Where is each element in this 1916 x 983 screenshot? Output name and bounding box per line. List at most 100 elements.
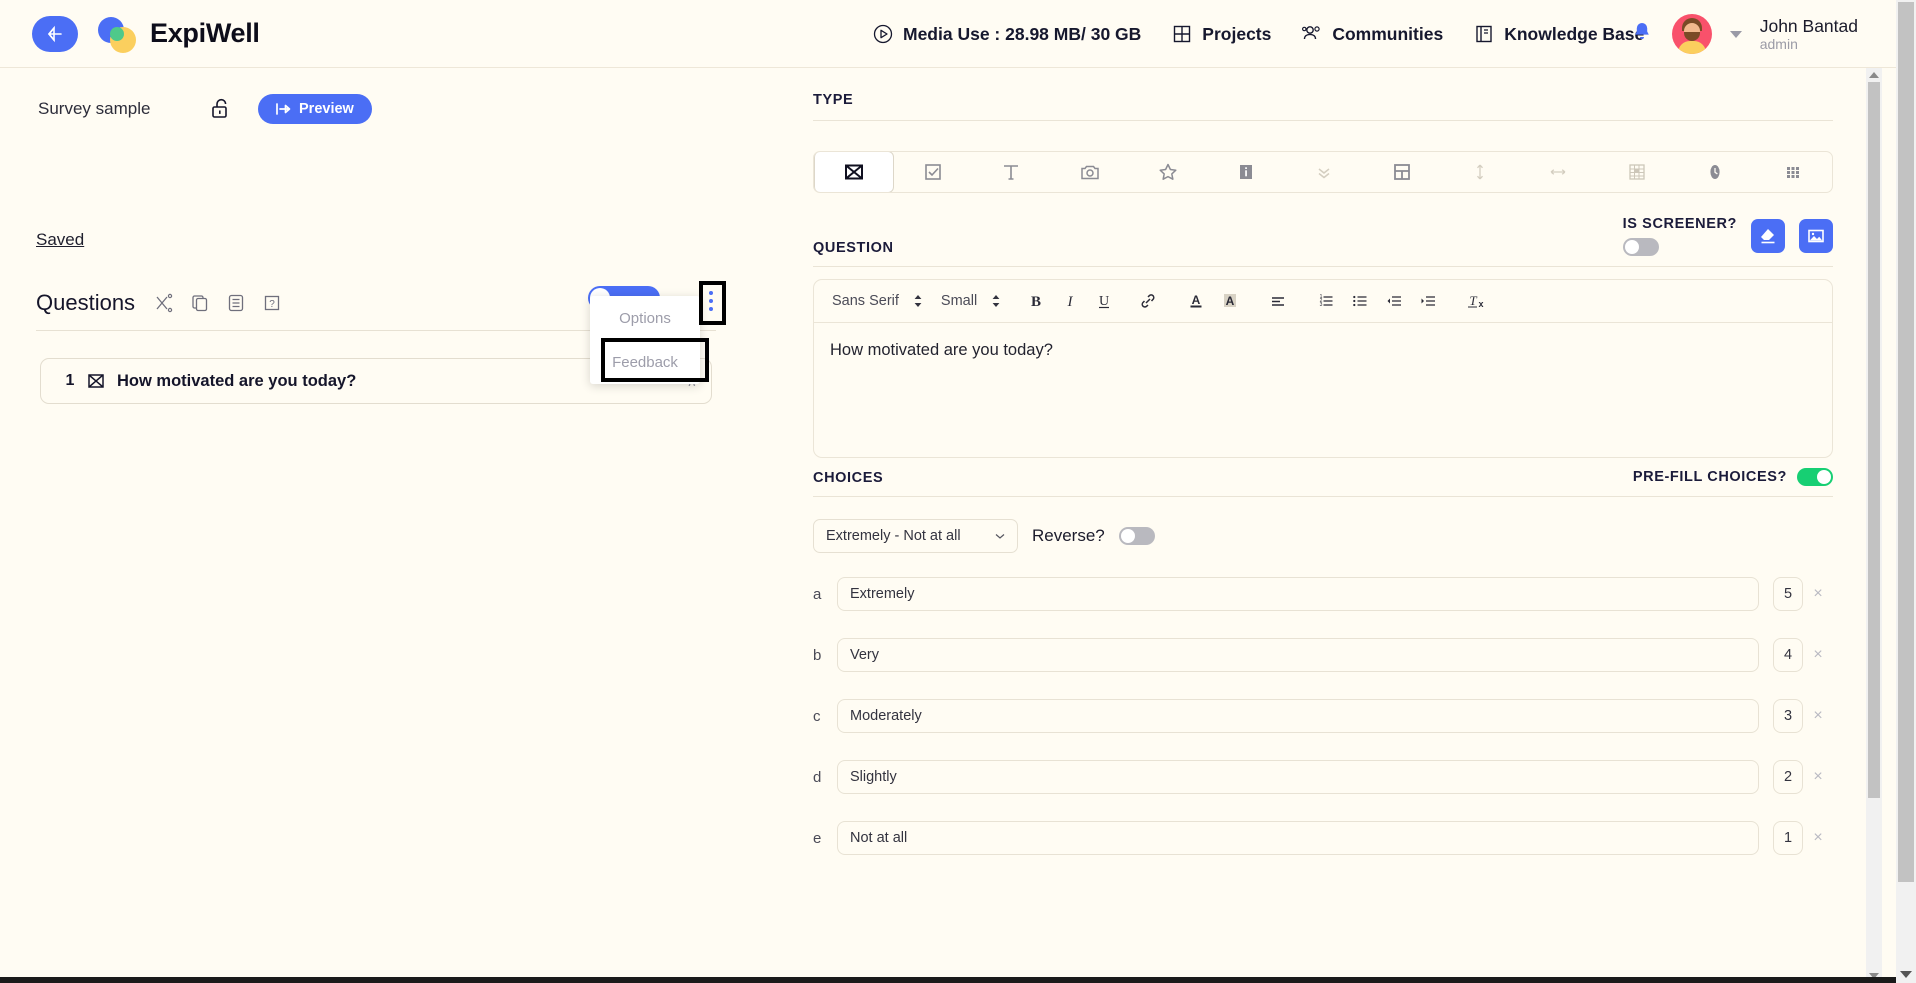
copy-icon[interactable] [189,292,211,314]
remove-choice-icon[interactable]: × [1803,707,1833,725]
menu-item-options[interactable]: Options [590,296,700,340]
remove-choice-icon[interactable]: × [1803,829,1833,847]
nav-communities[interactable]: Communities [1301,23,1443,45]
nav-knowledge-base[interactable]: Knowledge Base [1473,23,1644,45]
choice-row: b Very 4 × [813,638,1833,672]
choice-text-input[interactable]: Extremely [837,577,1759,611]
question-settings-panel: TYPE QUESTION IS SCREENER? Sans Serif Sm… [800,68,1860,983]
nav-label: Media Use : 28.98 MB/ 30 GB [903,23,1142,44]
grid-icon [1171,23,1193,45]
choice-text-input[interactable]: Very [837,638,1759,672]
nav-media-use[interactable]: Media Use : 28.98 MB/ 30 GB [872,23,1141,45]
type-option-vertical-arrows-icon[interactable] [1441,152,1519,192]
questions-header: Questions ? [36,290,283,316]
user-name: John Bantad [1759,15,1858,36]
survey-header: Survey sample Preview [38,94,372,124]
play-circle-icon [872,23,894,45]
window-scrollbar-thumb[interactable] [1898,2,1914,882]
type-option-horizontal-arrows-icon[interactable] [1519,152,1597,192]
svg-text:B: B [1031,294,1041,310]
remove-choice-icon[interactable]: × [1803,585,1833,603]
choice-rows: a Extremely 5 × b Very 4 × c Moderately … [813,577,1833,855]
choice-letter: a [813,585,822,603]
type-option-text-icon[interactable] [972,152,1050,192]
italic-icon[interactable]: I [1053,284,1087,318]
prefill-choices-toggle[interactable] [1797,468,1833,486]
type-option-spreadsheet-icon[interactable] [1598,152,1676,192]
choice-value-input[interactable]: 4 [1773,638,1803,672]
clear-format-icon[interactable]: Tx [1459,284,1493,318]
shuffle-icon[interactable] [153,292,175,314]
type-option-chevrons-down-icon[interactable] [1285,152,1363,192]
link-icon[interactable] [1131,284,1165,318]
underline-icon[interactable]: U [1087,284,1121,318]
stepper-icon [914,295,922,307]
bullet-list-icon[interactable] [1343,284,1377,318]
help-icon[interactable]: ? [261,292,283,314]
type-option-clock-icon[interactable] [1676,152,1754,192]
type-toolbar [813,151,1833,193]
type-option-scale-icon[interactable] [814,152,895,192]
svg-text:x: x [1479,299,1484,309]
image-icon[interactable] [1799,219,1833,253]
type-option-camera-icon[interactable] [1050,152,1128,192]
bell-icon[interactable] [1630,20,1654,49]
font-color-icon[interactable]: A [1179,284,1213,318]
remove-choice-icon[interactable]: × [1803,768,1833,786]
font-family-value: Sans Serif [832,293,899,309]
slider-scale-icon [85,370,107,392]
type-label: TYPE [813,92,854,108]
bold-icon[interactable]: B [1019,284,1053,318]
nav-label: Knowledge Base [1504,23,1645,44]
choice-text-input[interactable]: Not at all [837,821,1759,855]
window-bottom-edge [0,977,1896,983]
font-size-select[interactable]: Small [941,293,1001,309]
type-option-info-icon[interactable] [1207,152,1285,192]
reverse-toggle[interactable] [1118,527,1155,545]
font-family-select[interactable]: Sans Serif [832,293,923,309]
choice-value-input[interactable]: 3 [1773,699,1803,733]
choice-value-input[interactable]: 5 [1773,577,1803,611]
type-option-dots-grid-icon[interactable] [1754,152,1832,192]
stepper-icon [992,295,1000,307]
reverse-label: Reverse? [1032,526,1105,545]
choice-value-input[interactable]: 2 [1773,760,1803,794]
prefill-label: PRE-FILL CHOICES? [1632,469,1787,485]
ordered-list-icon[interactable]: 123 [1309,284,1343,318]
back-button[interactable] [32,15,78,52]
inner-scrollbar-thumb[interactable] [1868,82,1880,798]
indent-icon[interactable] [1411,284,1445,318]
window-scroll-down-icon[interactable] [1896,965,1916,983]
remove-choice-icon[interactable]: × [1803,646,1833,664]
inner-scroll-up-icon[interactable] [1866,68,1882,82]
unlock-icon[interactable] [208,96,234,122]
avatar[interactable] [1671,14,1712,54]
eraser-icon[interactable] [1751,219,1785,253]
scale-preset-select[interactable]: Extremely - Not at all [813,519,1018,553]
align-icon[interactable] [1261,284,1295,318]
question-header-controls: IS SCREENER? [1622,216,1833,256]
choice-text-input[interactable]: Slightly [837,760,1759,794]
outdent-icon[interactable] [1377,284,1411,318]
type-option-layout-icon[interactable] [1363,152,1441,192]
saved-status[interactable]: Saved [36,230,84,250]
choice-value-input[interactable]: 1 [1773,821,1803,855]
svg-text:3: 3 [1320,302,1323,308]
type-option-checkbox-icon[interactable] [894,152,972,192]
list-icon[interactable] [225,292,247,314]
inner-scrollbar[interactable] [1866,68,1882,983]
highlight-color-icon[interactable]: A [1213,284,1247,318]
nav-projects[interactable]: Projects [1171,23,1271,45]
question-text-editor[interactable]: How motivated are you today? [813,323,1833,458]
window-scrollbar[interactable] [1896,0,1916,983]
is-screener-toggle[interactable] [1622,238,1659,256]
menu-item-feedback[interactable]: Feedback [590,340,700,384]
choice-letter: c [813,707,821,725]
user-info[interactable]: John Bantad admin [1760,16,1858,52]
preview-button[interactable]: Preview [258,94,372,124]
question-options-kebab-icon[interactable] [700,281,722,321]
user-menu-chevron-down-icon[interactable] [1729,30,1742,38]
choice-text-input[interactable]: Moderately [837,699,1759,733]
font-size-value: Small [940,293,978,309]
type-option-star-icon[interactable] [1129,152,1207,192]
